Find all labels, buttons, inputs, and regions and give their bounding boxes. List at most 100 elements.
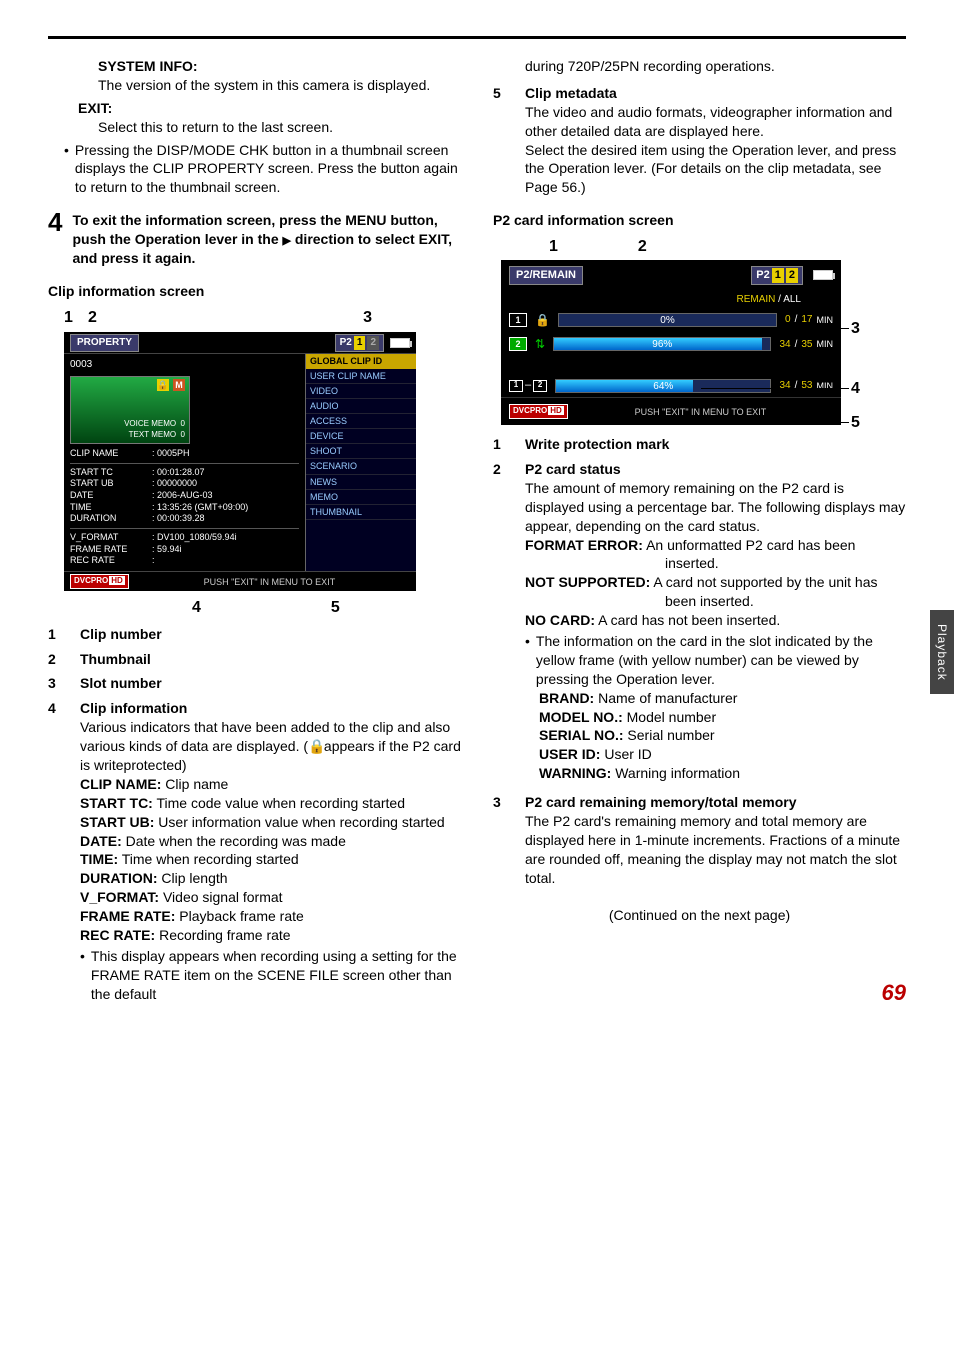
r-item-1-title: Write protection mark (525, 435, 669, 454)
page-number: 69 (882, 978, 906, 1008)
disp-mode-bullet: • Pressing the DISP/MODE CHK button in a… (64, 141, 461, 198)
lock-icon: 🔒 (535, 312, 550, 328)
r-item-2: 2 P2 card status The amount of memory re… (493, 460, 906, 783)
text-memo-count: 0 (181, 430, 185, 439)
v-recrate: : (152, 555, 155, 567)
p2-callout-3: 3 (851, 318, 860, 340)
clip-info-screen-heading: Clip information screen (48, 282, 461, 301)
r-item-1-num: 1 (493, 435, 507, 454)
exit-message: PUSH "EXIT" IN MENU TO EXIT (129, 576, 410, 588)
p2-callout-4: 4 (851, 378, 860, 400)
clip-fig-top-callouts: 1 2 3 (64, 307, 416, 329)
text-memo-label: TEXT MEMO (129, 430, 176, 439)
property-tag: PROPERTY (70, 334, 139, 352)
item-5: 5 Clip metadata The video and audio form… (493, 84, 906, 197)
bullet-dot-icon: • (64, 141, 69, 198)
clip-callout-2: 2 (88, 307, 170, 329)
slot-1-badge: 1 (354, 336, 366, 350)
side-tab-playback: Playback (930, 610, 954, 694)
clip-sequence-number: 0003 (70, 358, 299, 372)
p2-callout-2: 2 (638, 236, 647, 258)
step-4-number: 4 (48, 209, 62, 235)
k-vformat: V_FORMAT (70, 532, 146, 544)
continued-note: (Continued on the next page) (493, 906, 906, 925)
exit-body: Select this to return to the last screen… (98, 118, 461, 137)
r-item-2-title: P2 card status (525, 460, 906, 479)
dvcpro-badge: DVCPROHD (509, 404, 568, 419)
r-item-2-num: 2 (493, 460, 507, 479)
item-5-body-a: The video and audio formats, videographe… (525, 103, 906, 141)
brand-line: BRAND: Name of manufacturer (539, 689, 906, 708)
exit-message: PUSH "EXIT" IN MENU TO EXIT (568, 406, 833, 418)
r-item-3-title: P2 card remaining memory/total memory (525, 793, 906, 812)
clip-callout-3: 3 (363, 307, 372, 329)
not-supported-line: NOT SUPPORTED: A card not supported by t… (525, 573, 906, 611)
item-5-title: Clip metadata (525, 84, 906, 103)
model-line: MODEL NO.: Model number (539, 708, 906, 727)
clip-info-figure: PROPERTY P2 1 2 0003 🔒 M (64, 332, 416, 591)
r-news: NEWS (306, 475, 416, 490)
r-memo: MEMO (306, 490, 416, 505)
kv-duration: DURATION: Clip length (80, 869, 461, 888)
item-2: 2 Thumbnail (48, 650, 461, 669)
arrows-icon: ⇅ (535, 336, 545, 352)
item-5-body-b: Select the desired item using the Operat… (525, 141, 906, 198)
step-4-text: To exit the information screen, press th… (72, 211, 461, 268)
kv-time: TIME: Time when recording started (80, 850, 461, 869)
p2-label: P2 (340, 336, 352, 350)
kv-vformat: V_FORMAT: Video signal format (80, 888, 461, 907)
item-1-title: Clip number (80, 625, 162, 644)
p2-card-figure-wrap: 1 2 P2/REMAIN P2 1 2 REMAIN / ALL (501, 236, 861, 425)
clip-thumbnail: 🔒 M VOICE MEMO 0 TEXT MEMO 0 (70, 376, 190, 444)
kv-startub: START UB: User information value when re… (80, 813, 461, 832)
k-starttc: START TC (70, 467, 146, 479)
p2-slot-indicator: P2 1 2 (335, 334, 384, 352)
v-date: : 2006-AUG-03 (152, 490, 213, 502)
yellow-frame-bullet: • The information on the card in the slo… (525, 632, 906, 689)
kv-date: DATE: Date when the recording was made (80, 832, 461, 851)
r-global: GLOBAL CLIP ID (306, 354, 416, 368)
remain-all-caption: REMAIN / ALL (501, 293, 841, 307)
item-1-num: 1 (48, 625, 62, 644)
v-startub: : 00000000 (152, 478, 197, 490)
yellow-frame-text: The information on the card in the slot … (536, 632, 906, 689)
bullet-dot-icon: • (525, 632, 530, 689)
voice-memo-count: 0 (181, 419, 185, 428)
slot-1-pct: 0% (660, 314, 674, 328)
warning-line: WARNING: Warning information (539, 764, 906, 783)
r-shoot: SHOOT (306, 444, 416, 459)
k-duration: DURATION (70, 513, 146, 525)
lock-icon: 🔒 (157, 379, 169, 391)
kv-clipname: CLIP NAME: Clip name (80, 775, 461, 794)
kv-starttc: START TC: Time code value when recording… (80, 794, 461, 813)
item-4: 4 Clip information Various indicators th… (48, 699, 461, 1003)
r-item-3-body: The P2 card's remaining memory and total… (525, 812, 906, 888)
v-starttc: : 00:01:28.07 (152, 467, 205, 479)
battery-icon (390, 338, 410, 348)
recrate-bullet-text: This display appears when recording usin… (91, 947, 461, 1004)
p2-slot-1: 1 (772, 268, 784, 283)
v-duration: : 00:00:39.28 (152, 513, 205, 525)
v-vformat: : DV100_1080/59.94i (152, 532, 237, 544)
v-time: : 13:35:26 (GMT+09:00) (152, 502, 248, 514)
r-scenario: SCENARIO (306, 459, 416, 474)
k-date: DATE (70, 490, 146, 502)
r-access: ACCESS (306, 414, 416, 429)
v-framerate: : 59.94i (152, 544, 182, 556)
kv-recrate: REC RATE: Recording frame rate (80, 926, 461, 945)
r-user: USER CLIP NAME (306, 369, 416, 384)
p2-card-screen-heading: P2 card information screen (493, 211, 906, 230)
continuation-line: during 720P/25PN recording operations. (525, 57, 906, 76)
p2-callout-5: 5 (851, 412, 860, 434)
p2-slots-indicator: P2 1 2 (751, 266, 803, 285)
kv-framerate: FRAME RATE: Playback frame rate (80, 907, 461, 926)
r-audio: AUDIO (306, 399, 416, 414)
item-3: 3 Slot number (48, 674, 461, 693)
battery-icon (813, 270, 833, 280)
item-5-num: 5 (493, 84, 507, 103)
p2-slot-2: 2 (786, 268, 798, 283)
clip-fig-bottom-callouts: 4 5 (64, 597, 416, 619)
recrate-bullet: • This display appears when recording us… (80, 947, 461, 1004)
two-column-layout: SYSTEM INFO: The version of the system i… (48, 57, 906, 1004)
combined-pct: 64% (653, 380, 673, 394)
